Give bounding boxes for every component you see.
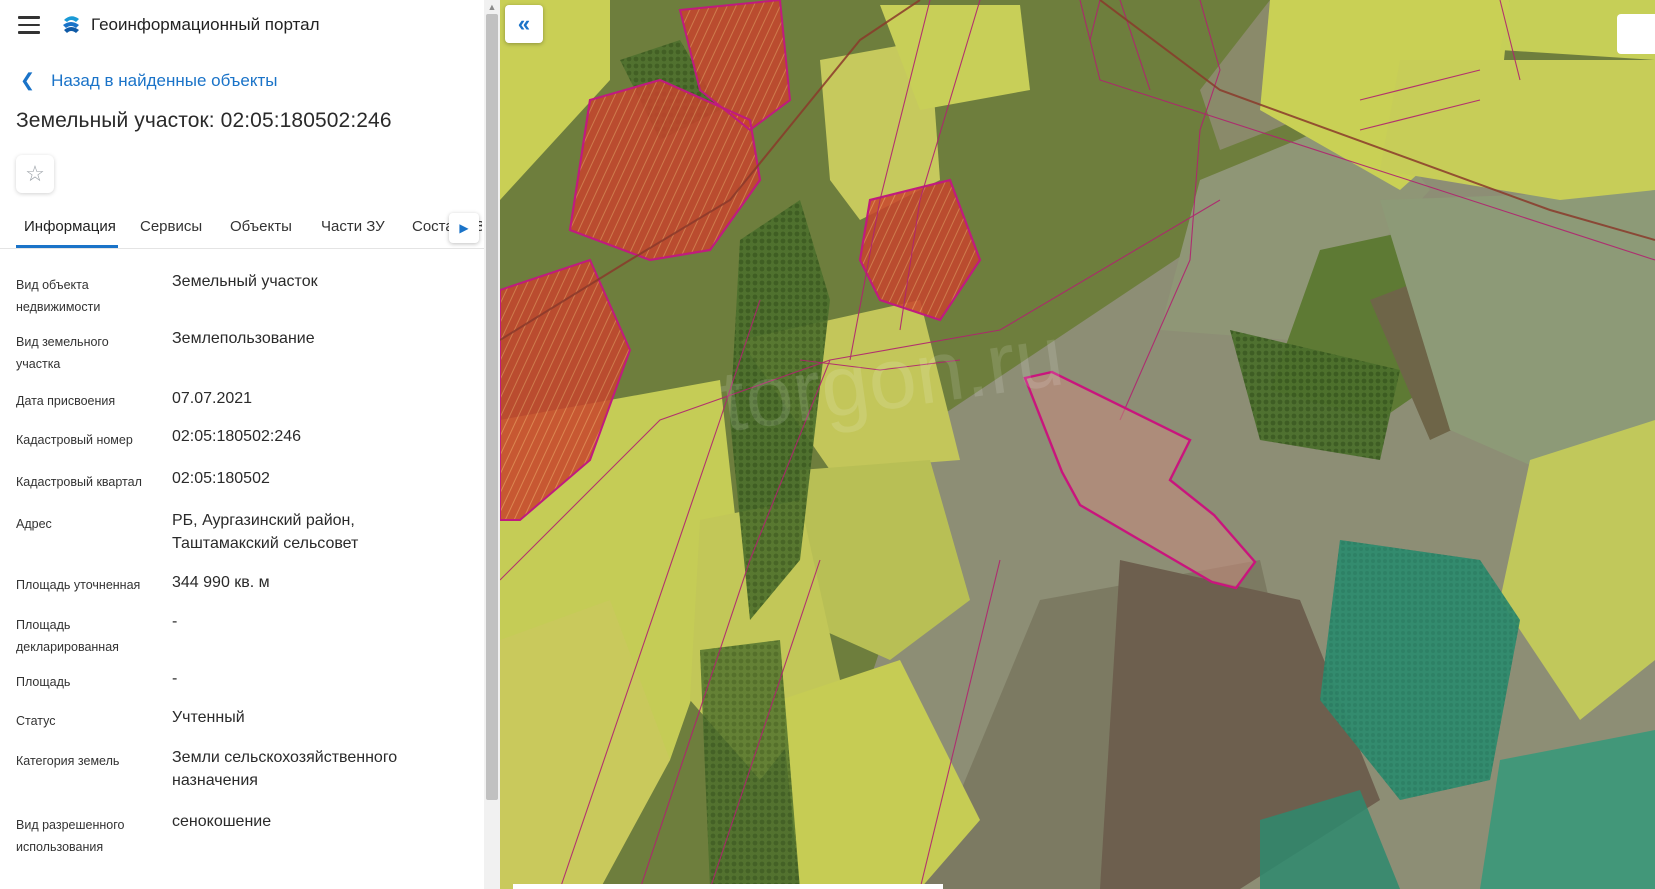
property-label: Категория земель [16,754,120,768]
property-label: Площадь декларированная [16,618,119,654]
property-value: РБ, Аургазинский район, Таштамакский сел… [172,512,359,552]
property-label: Статус [16,714,56,728]
hamburger-menu-icon[interactable] [18,16,40,34]
property-label: Адрес [16,517,52,531]
active-tab-indicator [16,245,118,248]
property-label: Вид земельного участка [16,335,109,371]
tabs-scroll-right-button[interactable]: ▶ [449,213,479,243]
property-value: Земельный участок [172,273,318,290]
property-label: Площадь уточненная [16,578,141,592]
scrollbar-thumb[interactable] [486,14,498,800]
property-value: 02:05:180502 [172,470,270,487]
property-value: - [172,670,178,687]
tab-information[interactable]: Информация [24,218,116,235]
property-label: Вид объекта недвижимости [16,278,101,314]
collapse-panel-button[interactable]: « [505,5,543,43]
property-label: Вид разрешенного использования [16,818,125,854]
map-view[interactable] [500,0,1655,889]
property-label: Кадастровый квартал [16,475,142,489]
property-value: 07.07.2021 [172,390,253,407]
app-title: Геоинформационный портал [91,15,320,34]
object-title: Земельный участок: 02:05:180502:246 [16,109,392,132]
chevron-left-icon: ❮ [20,70,36,90]
property-value: 02:05:180502:246 [172,428,302,445]
property-value: Земли сельскохозяйственного назначения [172,749,398,789]
tab-bar: Информация Сервисы Объекты Части ЗУ Сост… [0,210,484,249]
tab-services[interactable]: Сервисы [140,218,202,235]
double-chevron-left-icon: « [517,11,531,36]
property-value: - [172,613,178,630]
portal-logo-icon [63,16,79,33]
map-control-button[interactable] [1617,14,1655,54]
tab-objects[interactable]: Объекты [230,218,292,235]
property-value: 344 990 кв. м [172,574,270,591]
satellite-map [500,0,1655,889]
property-label: Площадь [16,675,71,689]
property-value: Учтенный [172,709,245,726]
property-label: Кадастровый номер [16,433,133,447]
scroll-up-arrow-icon[interactable]: ▲ [484,0,500,14]
property-value: Землепользование [172,330,315,347]
top-bar: Геоинформационный портал [0,0,484,52]
caret-right-icon: ▶ [459,221,469,235]
tab-parcel-parts[interactable]: Части ЗУ [321,218,385,235]
star-outline-icon: ☆ [25,161,45,186]
back-to-results-link[interactable]: ❮ Назад в найденные объекты [20,70,278,91]
property-label: Дата присвоения [16,394,116,408]
property-value: сенокошение [172,813,272,830]
favorite-button[interactable]: ☆ [16,155,54,193]
map-bottom-bar [513,884,943,889]
back-link-label: Назад в найденные объекты [51,70,278,90]
info-panel: Геоинформационный портал ❮ Назад в найде… [0,0,484,889]
